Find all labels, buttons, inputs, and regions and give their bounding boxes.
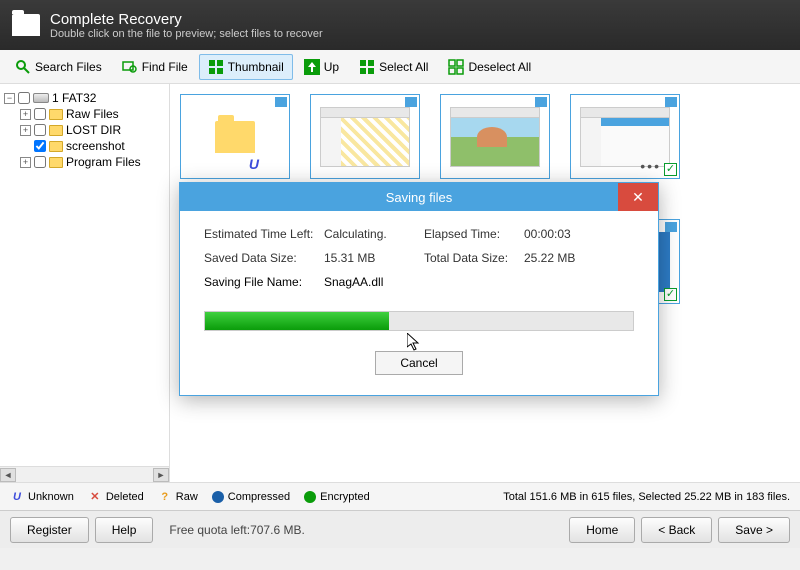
- thumb-folder[interactable]: U: [180, 94, 290, 179]
- deselect-all-button[interactable]: Deselect All: [439, 54, 540, 80]
- folder-large-icon: [215, 121, 255, 153]
- folder-icon: [49, 141, 63, 152]
- up-icon: [304, 59, 320, 75]
- home-button[interactable]: Home: [569, 517, 635, 543]
- legend-compressed: Compressed: [212, 491, 290, 503]
- tree-item-screenshot[interactable]: screenshot: [4, 138, 165, 154]
- register-button[interactable]: Register: [10, 517, 89, 543]
- select-all-button[interactable]: Select All: [350, 54, 437, 80]
- item-checkbox[interactable]: [34, 156, 46, 168]
- expand-icon[interactable]: +: [20, 125, 31, 136]
- legend-bar: UUnknown ✕Deleted ?Raw Compressed Encryp…: [0, 482, 800, 510]
- root-checkbox[interactable]: [18, 92, 30, 104]
- select-all-icon: [359, 59, 375, 75]
- expand-icon[interactable]: +: [20, 109, 31, 120]
- filename-label: Saving File Name:: [204, 275, 324, 289]
- saving-dialog: Saving files ✕ Estimated Time Left: Calc…: [179, 182, 659, 396]
- cancel-button[interactable]: Cancel: [375, 351, 462, 375]
- thumbnail-button[interactable]: Thumbnail: [199, 54, 293, 80]
- dialog-title-bar[interactable]: Saving files ✕: [180, 183, 658, 211]
- up-button[interactable]: Up: [295, 54, 348, 80]
- scroll-left-icon[interactable]: ◄: [0, 468, 16, 482]
- selection-status: Total 151.6 MB in 615 files, Selected 25…: [503, 491, 790, 503]
- folder-icon: [49, 157, 63, 168]
- filename-value: SnagAA.dll: [324, 275, 634, 289]
- close-button[interactable]: ✕: [618, 183, 658, 211]
- corner-icon: [405, 97, 417, 107]
- more-icon: •••: [640, 158, 661, 174]
- find-icon: [122, 59, 138, 75]
- help-button[interactable]: Help: [95, 517, 154, 543]
- eta-label: Estimated Time Left:: [204, 227, 324, 241]
- find-file-button[interactable]: Find File: [113, 54, 197, 80]
- folder-icon: [49, 109, 63, 120]
- item-checkbox[interactable]: [34, 108, 46, 120]
- toolbar: Search Files Find File Thumbnail Up Sele…: [0, 50, 800, 84]
- quota-text: Free quota left:707.6 MB.: [169, 523, 304, 537]
- unknown-badge-icon: U: [249, 156, 259, 172]
- close-icon: ✕: [632, 189, 644, 206]
- app-header: Complete Recovery Double click on the fi…: [0, 0, 800, 50]
- deselect-all-icon: [448, 59, 464, 75]
- folder-icon: [49, 125, 63, 136]
- item-checkbox[interactable]: [34, 140, 46, 152]
- thumbnail-icon: [208, 59, 224, 75]
- folder-icon: [12, 14, 40, 36]
- tree-root[interactable]: − 1 FAT32: [4, 90, 165, 106]
- corner-icon: [665, 222, 677, 232]
- elapsed-value: 00:00:03: [524, 227, 634, 241]
- app-title: Complete Recovery: [50, 11, 323, 28]
- search-files-button[interactable]: Search Files: [6, 54, 111, 80]
- corner-icon: [535, 97, 547, 107]
- tree-item-lost[interactable]: + LOST DIR: [4, 122, 165, 138]
- corner-icon: [665, 97, 677, 107]
- progress-bar: [204, 311, 634, 331]
- progress-fill: [205, 312, 389, 330]
- folder-tree[interactable]: − 1 FAT32 + Raw Files + LOST DIR screens…: [0, 84, 170, 482]
- expand-icon[interactable]: +: [20, 157, 31, 168]
- drive-icon: [33, 93, 49, 103]
- scroll-right-icon[interactable]: ►: [153, 468, 169, 482]
- app-subtitle: Double click on the file to preview; sel…: [50, 28, 323, 40]
- saved-label: Saved Data Size:: [204, 251, 324, 265]
- corner-icon: [275, 97, 287, 107]
- saved-value: 15.31 MB: [324, 251, 424, 265]
- tree-item-raw[interactable]: + Raw Files: [4, 106, 165, 122]
- legend-raw: ?Raw: [158, 490, 198, 504]
- total-value: 25.22 MB: [524, 251, 634, 265]
- footer-bar: Register Help Free quota left:707.6 MB. …: [0, 510, 800, 548]
- collapse-icon[interactable]: −: [4, 93, 15, 104]
- save-button[interactable]: Save >: [718, 517, 790, 543]
- eta-value: Calculating.: [324, 227, 424, 241]
- checked-icon[interactable]: ✓: [664, 163, 677, 176]
- thumb-image[interactable]: [440, 94, 550, 179]
- checked-icon[interactable]: ✓: [664, 288, 677, 301]
- back-button[interactable]: < Back: [641, 517, 712, 543]
- item-checkbox[interactable]: [34, 124, 46, 136]
- elapsed-label: Elapsed Time:: [424, 227, 524, 241]
- legend-unknown: UUnknown: [10, 490, 74, 504]
- legend-deleted: ✕Deleted: [88, 490, 144, 504]
- total-label: Total Data Size:: [424, 251, 524, 265]
- tree-scrollbar[interactable]: ◄ ►: [0, 466, 169, 482]
- tree-item-program[interactable]: + Program Files: [4, 154, 165, 170]
- thumb-image[interactable]: [310, 94, 420, 179]
- thumb-image[interactable]: ••• ✓: [570, 94, 680, 179]
- legend-encrypted: Encrypted: [304, 491, 370, 503]
- search-icon: [15, 59, 31, 75]
